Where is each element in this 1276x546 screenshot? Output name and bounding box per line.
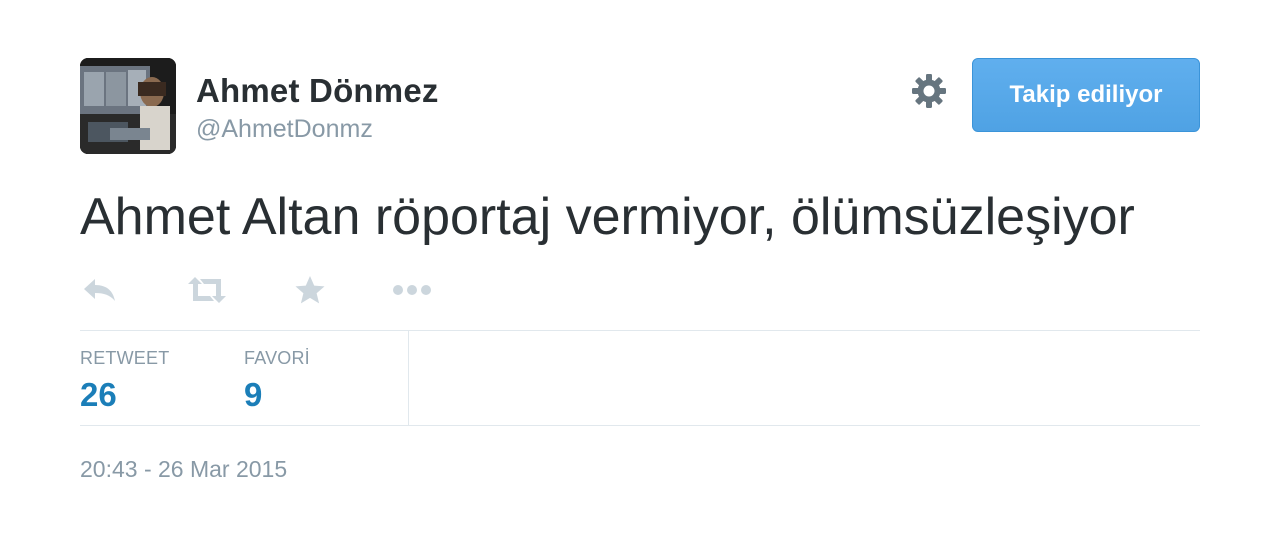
gear-icon[interactable] <box>910 72 948 110</box>
user-full-name[interactable]: Ahmet Dönmez <box>196 72 439 110</box>
favorite-button[interactable] <box>294 270 326 310</box>
tweet-text: Ahmet Altan röportaj vermiyor, ölümsüzle… <box>80 188 1135 246</box>
retweet-stat[interactable]: RETWEET 26 <box>80 347 169 415</box>
more-options-button[interactable] <box>392 270 434 310</box>
retweet-icon <box>188 277 226 303</box>
tweet-header: Ahmet Dönmez @AhmetDonmz Takip ediliyor <box>80 58 1200 154</box>
avatar[interactable] <box>80 58 176 154</box>
retweet-button[interactable] <box>186 270 228 310</box>
stats-divider <box>408 331 409 425</box>
window-corner-arc <box>0 0 10 10</box>
favorite-stat[interactable]: FAVORİ 9 <box>244 347 310 415</box>
user-screen-name[interactable]: @AhmetDonmz <box>196 112 439 146</box>
favorite-star-icon <box>295 276 325 304</box>
reply-button[interactable] <box>82 270 118 310</box>
more-dots-icon <box>393 285 431 295</box>
tweet-actions <box>80 270 1200 310</box>
avatar-photo <box>80 58 176 154</box>
retweet-count[interactable]: 26 <box>80 375 169 415</box>
tweet-card: Ahmet Dönmez @AhmetDonmz Takip ediliyor … <box>80 58 1200 482</box>
user-names: Ahmet Dönmez @AhmetDonmz <box>196 72 439 146</box>
favorite-stat-label: FAVORİ <box>244 348 310 368</box>
following-button[interactable]: Takip ediliyor <box>972 58 1200 132</box>
tweet-timestamp[interactable]: 20:43 - 26 Mar 2015 <box>80 454 287 484</box>
reply-icon <box>84 279 115 301</box>
tweet-stats: RETWEET 26 FAVORİ 9 <box>80 330 1200 426</box>
favorite-count[interactable]: 9 <box>244 375 310 415</box>
retweet-stat-label: RETWEET <box>80 348 170 368</box>
